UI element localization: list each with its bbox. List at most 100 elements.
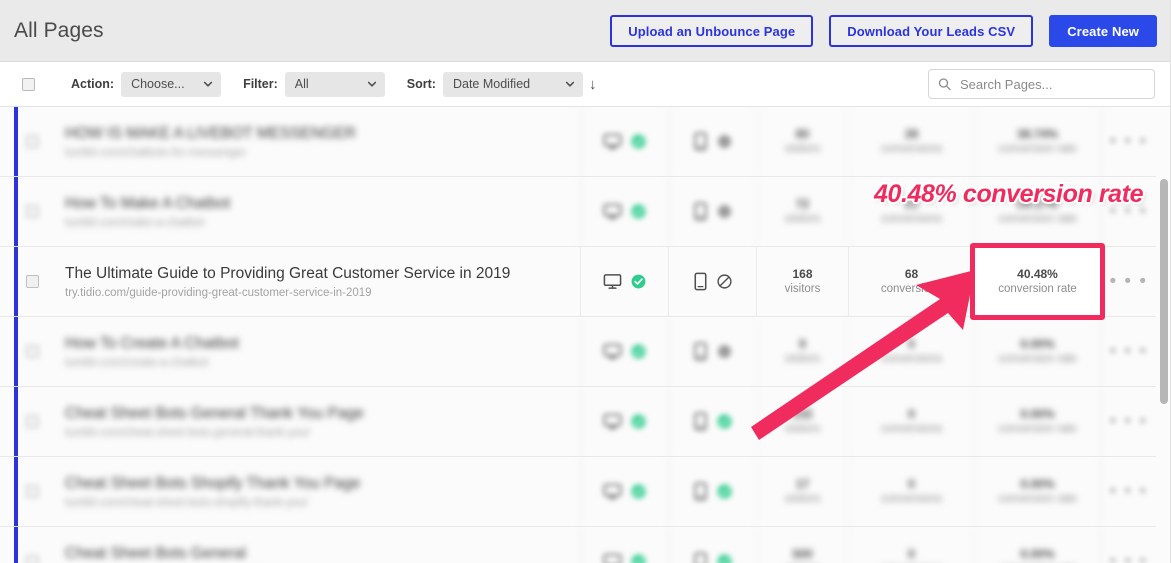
row-overflow-menu-button[interactable]: • • • bbox=[1100, 107, 1156, 176]
row-conversions-cell: 28 conversions bbox=[848, 107, 974, 176]
row-desktop-status-cell[interactable] bbox=[580, 387, 668, 456]
row-title: HOW IS MAKE A LIVEBOT MESSENGER bbox=[65, 124, 356, 142]
row-visitors-label: visitors bbox=[784, 142, 821, 155]
row-accent-bar bbox=[14, 527, 18, 563]
row-select-checkbox[interactable] bbox=[26, 485, 39, 498]
row-title-cell[interactable]: The Ultimate Guide to Providing Great Cu… bbox=[39, 264, 580, 300]
list-scrollbar-track[interactable] bbox=[1156, 107, 1171, 563]
row-title-cell[interactable]: How To Make A Chatbot tumblr.com/make-a-c… bbox=[39, 194, 580, 230]
search-input[interactable]: Search Pages... bbox=[928, 69, 1155, 99]
row-accent-bar bbox=[14, 387, 18, 456]
row-desktop-status-cell[interactable] bbox=[580, 107, 668, 176]
row-title-cell[interactable]: Cheat Sheet Bots Shopify Thank You Page t… bbox=[39, 474, 580, 510]
upload-unbounce-page-button[interactable]: Upload an Unbounce Page bbox=[610, 14, 814, 47]
row-visitors-cell: 168 visitors bbox=[756, 247, 848, 316]
row-conversion-rate-label: conversion rate bbox=[998, 282, 1077, 295]
row-url: tumblr.com/cheat-sheet-bots-general-than… bbox=[65, 427, 310, 440]
table-row[interactable]: How To Create A Chatbot tumblr.com/create… bbox=[0, 317, 1156, 387]
row-conversions-cell: 68 conversions bbox=[848, 247, 974, 316]
row-desktop-status-cell[interactable] bbox=[580, 527, 668, 563]
row-mobile-status-cell[interactable] bbox=[668, 527, 756, 563]
chevron-down-icon bbox=[203, 81, 213, 87]
table-row[interactable]: HOW IS MAKE A LIVEBOT MESSENGER tumblr.co… bbox=[0, 107, 1156, 177]
row-mobile-status-cell[interactable] bbox=[668, 317, 756, 386]
row-title-cell[interactable]: HOW IS MAKE A LIVEBOT MESSENGER tumblr.co… bbox=[39, 124, 580, 160]
row-visitors-label: visitors bbox=[784, 352, 821, 365]
desktop-icon bbox=[603, 204, 622, 219]
row-visitors-value: 17 bbox=[795, 476, 810, 491]
mobile-icon bbox=[694, 342, 707, 361]
row-desktop-status-cell[interactable] bbox=[580, 247, 668, 316]
row-overflow-menu-button[interactable]: • • • bbox=[1100, 527, 1156, 563]
table-row[interactable]: The Ultimate Guide to Providing Great Cu… bbox=[0, 243, 1156, 320]
row-title-cell[interactable]: Cheat Sheet Bots Generaltry.tidio.com/ch… bbox=[39, 544, 580, 563]
row-conversion-rate-cell: 0.00%conversion rate bbox=[974, 317, 1100, 386]
row-desktop-status-cell[interactable] bbox=[580, 177, 668, 246]
row-accent-bar bbox=[14, 247, 18, 316]
table-row[interactable]: Cheat Sheet Bots Generaltry.tidio.com/ch… bbox=[0, 527, 1156, 563]
row-conversion-rate-value: 0.00% bbox=[1020, 476, 1055, 491]
action-select[interactable]: Choose... bbox=[121, 71, 222, 97]
row-overflow-menu-button[interactable]: • • • bbox=[1100, 317, 1156, 386]
status-enabled-check-icon bbox=[717, 484, 732, 499]
sort-select[interactable]: Date Modified bbox=[442, 71, 583, 97]
page-title: All Pages bbox=[14, 18, 104, 42]
row-title: Cheat Sheet Bots General Thank You Page bbox=[65, 404, 364, 422]
sort-direction-arrow-down-icon[interactable]: ↓ bbox=[589, 77, 597, 92]
row-visitors-label: visitors bbox=[784, 282, 821, 295]
table-row[interactable]: Cheat Sheet Bots Shopify Thank You Page t… bbox=[0, 457, 1156, 527]
row-title: The Ultimate Guide to Providing Great Cu… bbox=[65, 264, 511, 282]
mobile-icon bbox=[694, 412, 707, 431]
row-title-cell[interactable]: Cheat Sheet Bots General Thank You Page t… bbox=[39, 404, 580, 440]
row-overflow-menu-button[interactable]: • • • bbox=[1100, 177, 1156, 246]
status-off-icon bbox=[717, 204, 732, 219]
search-icon bbox=[938, 78, 951, 91]
list-scrollbar-thumb[interactable] bbox=[1160, 179, 1168, 404]
select-all-checkbox[interactable] bbox=[22, 77, 35, 91]
row-conversions-cell: 0conversions bbox=[848, 527, 974, 563]
row-conversions-value: 0 bbox=[908, 476, 915, 491]
row-mobile-status-cell[interactable] bbox=[668, 457, 756, 526]
row-overflow-menu-button[interactable]: • • • bbox=[1100, 457, 1156, 526]
row-visitors-cell: 80 visitors bbox=[756, 107, 848, 176]
mobile-icon bbox=[694, 132, 707, 151]
row-overflow-menu-button[interactable]: • • • bbox=[1100, 387, 1156, 456]
row-select-checkbox[interactable] bbox=[26, 205, 39, 218]
status-enabled-check-icon bbox=[631, 344, 646, 359]
row-overflow-menu-button[interactable]: • • • bbox=[1100, 247, 1156, 316]
row-accent-bar bbox=[14, 317, 18, 386]
row-select-checkbox[interactable] bbox=[26, 345, 39, 358]
row-visitors-cell: 500visitors bbox=[756, 527, 848, 563]
row-select-checkbox[interactable] bbox=[26, 555, 39, 563]
status-disabled-block-icon bbox=[717, 274, 732, 289]
row-visitors-value: 500 bbox=[792, 546, 813, 561]
row-select-checkbox[interactable] bbox=[26, 415, 39, 428]
download-leads-csv-button[interactable]: Download Your Leads CSV bbox=[829, 14, 1034, 47]
table-row[interactable]: Cheat Sheet Bots General Thank You Page t… bbox=[0, 387, 1156, 457]
chevron-down-icon bbox=[565, 81, 575, 87]
row-conversion-rate-value: 29.17% bbox=[1017, 196, 1058, 211]
row-conversion-rate-label: conversion rate bbox=[998, 492, 1077, 505]
status-enabled-check-icon bbox=[717, 554, 732, 563]
desktop-icon bbox=[603, 414, 622, 429]
row-mobile-status-cell[interactable] bbox=[668, 247, 756, 316]
table-row[interactable]: How To Make A Chatbot tumblr.com/make-a-c… bbox=[0, 177, 1156, 247]
row-mobile-status-cell[interactable] bbox=[668, 177, 756, 246]
filter-select[interactable]: All bbox=[284, 71, 385, 97]
row-desktop-status-cell[interactable] bbox=[580, 317, 668, 386]
create-new-button[interactable]: Create New bbox=[1049, 14, 1157, 47]
row-select-checkbox[interactable] bbox=[26, 275, 39, 288]
row-title: How To Create A Chatbot bbox=[65, 334, 239, 352]
filter-group: Filter: All bbox=[243, 71, 385, 97]
search-container: Search Pages... bbox=[928, 69, 1155, 99]
row-visitors-label: visitors bbox=[784, 422, 821, 435]
row-mobile-status-cell[interactable] bbox=[668, 107, 756, 176]
desktop-icon bbox=[603, 344, 622, 359]
row-select-checkbox[interactable] bbox=[26, 135, 39, 148]
row-conversion-rate-value: 40.48% bbox=[1017, 266, 1058, 281]
filter-select-value: All bbox=[294, 77, 309, 91]
row-visitors-value: 80 bbox=[795, 126, 810, 141]
row-mobile-status-cell[interactable] bbox=[668, 387, 756, 456]
row-title-cell[interactable]: How To Create A Chatbot tumblr.com/create… bbox=[39, 334, 580, 370]
row-desktop-status-cell[interactable] bbox=[580, 457, 668, 526]
